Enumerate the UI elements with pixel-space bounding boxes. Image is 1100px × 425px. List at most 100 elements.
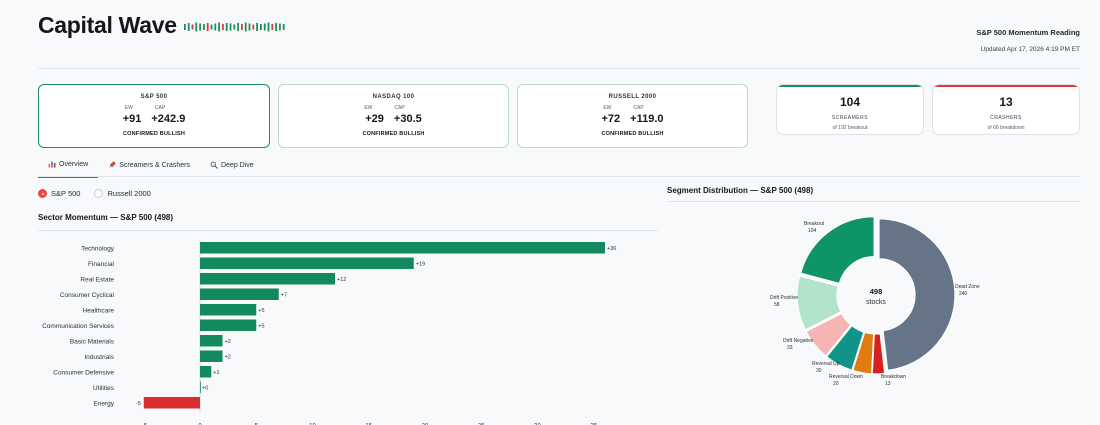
sparkline-bar [222, 24, 224, 30]
sector-momentum-chart: Technology +36 Financial +19 Real Estate +12 C… [42, 240, 616, 425]
updated-timestamp: Updated Apr 17, 2026 4:19 PM ET [980, 46, 1080, 53]
index-card-russell2000[interactable]: RUSSELL 2000 EW CAP +72 +119.0 CONFIRMED B… [517, 84, 748, 148]
ew-label: EW [364, 105, 373, 111]
bar[interactable] [200, 335, 223, 347]
index-card-labels: EW CAP [39, 105, 269, 111]
sparkline-bar [195, 22, 198, 32]
slice-value: 240 [959, 291, 968, 297]
index-card-title: S&P 500 [140, 94, 168, 100]
sparkline-bar [282, 24, 285, 30]
radio-dot [38, 189, 47, 198]
crashers-card[interactable]: 13 CRASHERS of 66 breakdown [932, 84, 1080, 135]
cap-value: +30.5 [393, 113, 422, 125]
bar[interactable] [143, 397, 200, 409]
sparkline-bar [271, 24, 274, 30]
bar[interactable] [200, 273, 335, 285]
slice-label: Breakout [804, 221, 825, 227]
segment-distribution-chart: Dead Zone240 Breakdown13 Reversal Down20 Re… [770, 216, 980, 387]
crashers-label: CRASHERS [990, 115, 1022, 121]
bar[interactable] [200, 257, 414, 270]
tab-screamers-crashers[interactable]: Screamers & Crashers [98, 158, 200, 178]
category-label: Industrials [84, 354, 114, 361]
bar[interactable] [200, 288, 279, 301]
index-card-status: CONFIRMED BULLISH [122, 131, 186, 137]
index-card-nasdaq100[interactable]: NASDAQ 100 EW CAP +29 +30.5 CONFIRMED BULL… [278, 84, 509, 148]
bar-value-label: -5 [136, 401, 141, 407]
bar-value-label: +1 [213, 370, 219, 376]
ew-label: EW [603, 105, 612, 111]
brand-title: Capital Wave [38, 12, 177, 38]
radio-label: Russell 2000 [107, 189, 151, 198]
category-label: Energy [93, 400, 114, 407]
slice-value: 104 [808, 228, 817, 234]
index-card-values: +91 +242.9 [39, 113, 269, 125]
sparkline-bar [237, 23, 239, 31]
ew-label: EW [124, 105, 133, 111]
donut-center-value: 498 [870, 287, 883, 296]
magnifier-icon [210, 161, 218, 169]
radio-sp500[interactable]: S&P 500 [38, 189, 80, 198]
rocket-icon [109, 161, 116, 169]
sector-title-rule [38, 230, 658, 231]
donut-slice[interactable] [871, 333, 886, 375]
bar-value-label: +36 [607, 246, 616, 252]
index-card-sp500[interactable]: S&P 500 EW CAP +91 +242.9 CONFIRMED BULLIS… [38, 84, 270, 148]
sparkline-bar [279, 23, 281, 31]
bar-value-label: +0 [202, 385, 208, 391]
sparkline-bar [225, 23, 228, 31]
cap-label: CAP [394, 105, 405, 111]
screamers-card[interactable]: 104 SCREAMERS of 192 breakout [776, 84, 924, 135]
tab-deep-dive[interactable]: Deep Dive [200, 158, 264, 178]
bar-value-label: +7 [281, 292, 287, 298]
momentum-reading-title: S&P 500 Momentum Reading [976, 28, 1080, 37]
segment-title-rule [667, 201, 1080, 202]
bar[interactable] [200, 366, 212, 378]
category-label: Basic Materials [70, 338, 115, 345]
bar-value-label: +5 [258, 323, 264, 329]
bar[interactable] [200, 304, 257, 316]
sparkline-bar [184, 24, 186, 30]
tab-overview-label: Overview [59, 160, 89, 168]
sparkline-bar [263, 23, 266, 31]
sparkline-bar [218, 22, 220, 32]
sparkline-bar [206, 23, 209, 31]
crashers-accent-bar [933, 85, 1079, 87]
bar-chart-icon [48, 161, 56, 168]
slice-value: 58 [774, 302, 780, 308]
segment-distribution-title: Segment Distribution — S&P 500 (498) [667, 186, 814, 195]
category-label: Consumer Cyclical [60, 292, 115, 299]
slice-label: Drift Positive [770, 295, 798, 301]
bar[interactable] [200, 350, 223, 363]
tab-overview[interactable]: Overview [38, 158, 99, 178]
index-card-status: CONFIRMED BULLISH [601, 131, 664, 137]
ew-value: +72 [601, 113, 621, 125]
sparkline-bar [252, 24, 255, 30]
donut-slice[interactable] [878, 218, 956, 372]
radio-russell2000[interactable]: Russell 2000 [94, 189, 151, 198]
category-label: Utilities [93, 385, 115, 392]
bar[interactable] [200, 381, 201, 394]
sparkline-bar [203, 24, 205, 30]
screamers-count: 104 [839, 95, 861, 109]
sparkline-bar [244, 22, 247, 32]
sparkline-bar [214, 23, 217, 31]
ew-value: +29 [365, 113, 384, 125]
bar-value-label: +2 [225, 339, 231, 345]
sparkline-bar [248, 23, 251, 31]
slice-value: 13 [885, 381, 891, 387]
bar-value-label: +19 [416, 261, 425, 267]
cap-value: +242.9 [151, 113, 186, 125]
bar[interactable] [200, 319, 257, 332]
ew-value: +91 [122, 113, 142, 125]
bar-value-label: +12 [337, 277, 346, 283]
slice-value: 20 [833, 381, 839, 387]
bar[interactable] [200, 242, 605, 254]
slice-label: Drift Negative [783, 338, 814, 344]
tab-deep-dive-label: Deep Dive [220, 161, 254, 169]
slice-label: Reversal Up [812, 361, 840, 367]
index-card-title: NASDAQ 100 [372, 94, 415, 100]
category-label: Technology [81, 245, 115, 252]
crashers-count: 13 [999, 95, 1013, 109]
category-label: Financial [88, 261, 115, 268]
index-card-labels: EW CAP [279, 105, 508, 111]
